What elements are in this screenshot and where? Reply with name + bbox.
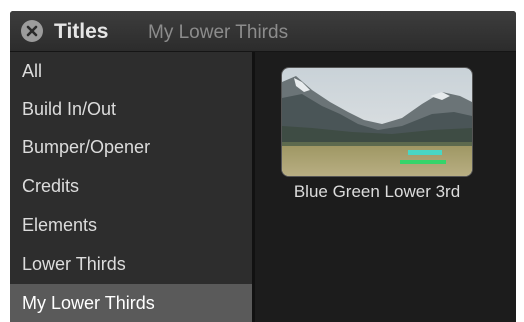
- browser-subtitle: My Lower Thirds: [148, 22, 289, 43]
- browser-header: Titles My Lower Thirds: [10, 11, 516, 52]
- mountain-landscape-thumbnail: [282, 68, 472, 176]
- titles-browser-window: Titles My Lower Thirds All Build In/Out …: [10, 11, 516, 322]
- close-button[interactable]: [21, 20, 43, 42]
- lower-third-cyan-bar: [408, 150, 442, 155]
- sidebar-item-credits[interactable]: Credits: [10, 167, 252, 205]
- sidebar-item-build-in-out[interactable]: Build In/Out: [10, 90, 252, 128]
- title-thumbnail[interactable]: [282, 68, 472, 176]
- title-name-label: Blue Green Lower 3rd: [293, 182, 461, 201]
- sidebar-item-elements[interactable]: Elements: [10, 206, 252, 244]
- sidebar-item-all[interactable]: All: [10, 52, 252, 90]
- sidebar-item-my-lower-thirds[interactable]: My Lower Thirds: [10, 284, 252, 322]
- title-browser-grid: Blue Green Lower 3rd: [255, 52, 516, 322]
- category-sidebar: All Build In/Out Bumper/Opener Credits E…: [10, 52, 252, 322]
- sidebar-item-lower-thirds[interactable]: Lower Thirds: [10, 245, 252, 283]
- close-circle-icon: [26, 25, 38, 37]
- lower-third-green-bar: [400, 160, 446, 164]
- sidebar-item-bumper-opener[interactable]: Bumper/Opener: [10, 128, 252, 166]
- browser-title: Titles: [54, 20, 109, 43]
